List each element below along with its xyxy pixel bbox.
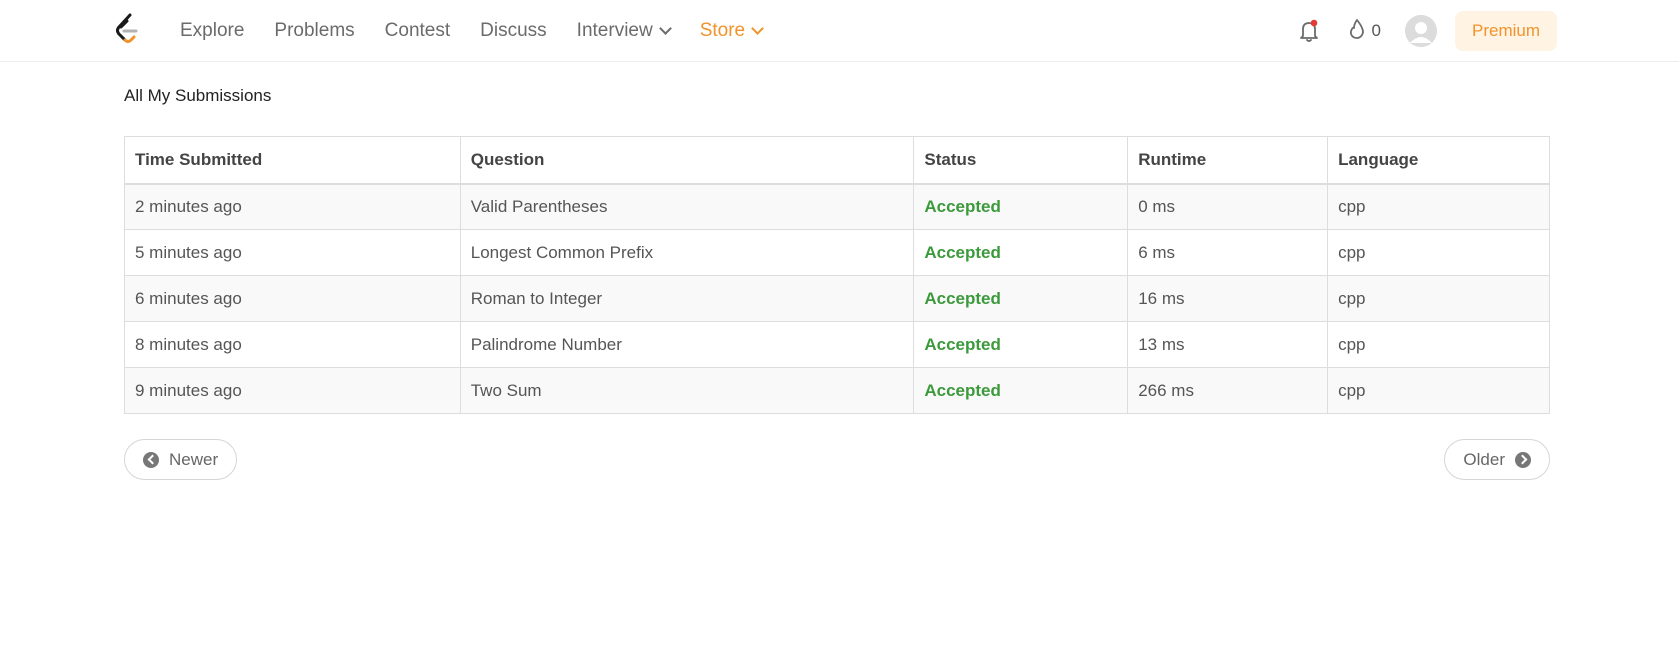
nav-store-label: Store bbox=[699, 20, 746, 41]
chevron-right-circle-icon bbox=[1515, 451, 1531, 468]
page-title: All My Submissions bbox=[124, 86, 272, 105]
nav-problems-label: Problems bbox=[274, 20, 355, 41]
cell-question[interactable]: Roman to Integer bbox=[459, 275, 915, 322]
cell-language: cpp bbox=[1327, 367, 1550, 414]
older-label: Older bbox=[1463, 449, 1505, 469]
table-header-row: Time Submitted Question Status Runtime L… bbox=[124, 136, 1550, 185]
cell-question[interactable]: Longest Common Prefix bbox=[459, 229, 915, 276]
streak-counter[interactable]: 0 bbox=[1348, 18, 1381, 45]
nav-explore-label: Explore bbox=[180, 20, 245, 41]
older-button[interactable]: Older bbox=[1444, 439, 1550, 480]
main-nav: Explore Problems Contest Discuss Intervi… bbox=[180, 0, 792, 62]
newer-button[interactable]: Newer bbox=[124, 439, 238, 480]
nav-interview-dropdown[interactable]: Interview bbox=[576, 20, 672, 42]
chevron-left-circle-icon bbox=[143, 451, 159, 468]
cell-status[interactable]: Accepted bbox=[913, 321, 1129, 368]
header-status: Status bbox=[913, 136, 1129, 185]
fire-icon bbox=[1348, 18, 1366, 45]
cell-language: cpp bbox=[1327, 275, 1550, 322]
nav-contest-label: Contest bbox=[384, 20, 451, 41]
cell-language: cpp bbox=[1327, 229, 1550, 276]
cell-runtime: 0 ms bbox=[1127, 183, 1329, 230]
cell-runtime: 16 ms bbox=[1127, 275, 1329, 322]
header-language: Language bbox=[1327, 136, 1550, 185]
streak-count: 0 bbox=[1371, 21, 1381, 40]
cell-runtime: 6 ms bbox=[1127, 229, 1329, 276]
nav-contest[interactable]: Contest bbox=[385, 20, 450, 42]
header-runtime: Runtime bbox=[1127, 136, 1329, 185]
table-row: 6 minutes ago Roman to Integer Accepted … bbox=[124, 275, 1550, 322]
cell-status[interactable]: Accepted bbox=[913, 183, 1129, 230]
cell-runtime: 266 ms bbox=[1127, 367, 1329, 414]
cell-time: 6 minutes ago bbox=[124, 275, 461, 322]
table-row: 8 minutes ago Palindrome Number Accepted… bbox=[124, 321, 1550, 368]
nav-problems[interactable]: Problems bbox=[274, 20, 354, 42]
cell-question[interactable]: Palindrome Number bbox=[459, 321, 915, 368]
cell-time: 5 minutes ago bbox=[124, 229, 461, 276]
notification-bell-icon[interactable] bbox=[1298, 19, 1320, 43]
chevron-down-icon bbox=[658, 21, 672, 35]
cell-time: 8 minutes ago bbox=[124, 321, 461, 368]
cell-question[interactable]: Two Sum bbox=[459, 367, 915, 414]
premium-button[interactable]: Premium bbox=[1454, 11, 1557, 51]
cell-status[interactable]: Accepted bbox=[913, 229, 1129, 276]
newer-label: Newer bbox=[169, 449, 219, 469]
cell-question[interactable]: Valid Parentheses bbox=[459, 183, 915, 230]
header-time-submitted: Time Submitted bbox=[124, 136, 461, 185]
nav-explore[interactable]: Explore bbox=[180, 20, 244, 42]
nav-right-controls: 0 Premium bbox=[1298, 0, 1557, 62]
cell-runtime: 13 ms bbox=[1127, 321, 1329, 368]
user-avatar[interactable] bbox=[1404, 15, 1437, 47]
chevron-down-icon bbox=[751, 21, 764, 35]
cell-status[interactable]: Accepted bbox=[913, 367, 1129, 414]
nav-discuss[interactable]: Discuss bbox=[480, 20, 547, 42]
header-question: Question bbox=[459, 136, 915, 185]
table-row: 2 minutes ago Valid Parentheses Accepted… bbox=[124, 183, 1550, 230]
cell-language: cpp bbox=[1327, 321, 1550, 368]
top-navbar: Explore Problems Contest Discuss Intervi… bbox=[0, 0, 1679, 62]
leetcode-logo-icon[interactable] bbox=[114, 13, 142, 45]
table-row: 9 minutes ago Two Sum Accepted 266 ms cp… bbox=[124, 367, 1550, 414]
nav-discuss-label: Discuss bbox=[480, 20, 547, 41]
cell-time: 2 minutes ago bbox=[124, 183, 461, 230]
nav-store-dropdown[interactable]: Store bbox=[699, 20, 764, 42]
cell-time: 9 minutes ago bbox=[124, 367, 461, 414]
cell-status[interactable]: Accepted bbox=[913, 275, 1129, 322]
table-row: 5 minutes ago Longest Common Prefix Acce… bbox=[124, 229, 1550, 276]
submissions-table: Time Submitted Question Status Runtime L… bbox=[124, 136, 1550, 414]
nav-interview-label: Interview bbox=[576, 20, 653, 41]
cell-language: cpp bbox=[1327, 183, 1550, 230]
